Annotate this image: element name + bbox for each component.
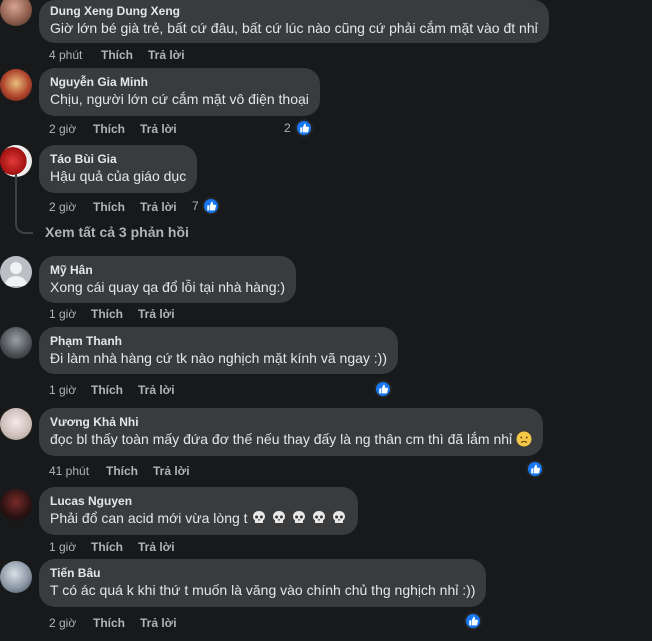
like-icon: [295, 119, 313, 137]
comment-time[interactable]: 1 giờ: [49, 306, 76, 322]
like-button[interactable]: Thích: [91, 539, 123, 555]
comment-author[interactable]: Tiến Bâu: [50, 565, 475, 581]
comment-time[interactable]: 2 giờ: [49, 615, 76, 631]
comment-author[interactable]: Nguyễn Gia Minh: [50, 74, 309, 90]
comment-bubble: Dung Xeng Dung Xeng Giờ lớn bé già trẻ, …: [39, 0, 549, 43]
comment-bubble: Mỹ Hân Xong cái quay qa đổ lỗi tại nhà h…: [39, 256, 297, 303]
reaction-count: 2: [284, 121, 291, 135]
avatar[interactable]: [0, 0, 32, 26]
avatar[interactable]: [0, 327, 32, 359]
reply-button[interactable]: Trả lời: [138, 539, 175, 555]
comment-text-body: Phải đổ can acid mới vừa lòng t: [50, 510, 248, 526]
skull-icon: [291, 510, 307, 531]
comment-text: Giờ lớn bé già trẻ, bất cứ đâu, bất cứ l…: [50, 20, 538, 36]
reply-button[interactable]: Trả lời: [138, 382, 175, 398]
default-avatar-icon: [4, 262, 28, 286]
comment-text: Đi làm nhà hàng cứ tk nào nghịch mặt kín…: [50, 350, 387, 366]
like-button[interactable]: Thích: [106, 463, 138, 479]
comment-bubble: Nguyễn Gia Minh Chịu, người lớn cứ cắm m…: [39, 68, 320, 116]
like-icon[interactable]: [374, 380, 392, 398]
reply-button[interactable]: Trả lời: [153, 463, 190, 479]
comment-author[interactable]: Lucas Nguyen: [50, 493, 347, 509]
comment-author[interactable]: Vương Khả Nhi: [50, 414, 532, 430]
reaction-summary[interactable]: 7: [192, 197, 224, 215]
reply-button[interactable]: Trả lời: [140, 615, 177, 631]
reaction-count: 7: [192, 199, 199, 213]
like-icon: [202, 197, 220, 215]
like-icon[interactable]: [526, 460, 544, 478]
reply-button[interactable]: Trả lời: [140, 121, 177, 137]
comment-author[interactable]: Phạm Thanh: [50, 333, 387, 349]
avatar[interactable]: [0, 408, 32, 440]
comment-time[interactable]: 1 giờ: [49, 539, 76, 555]
avatar[interactable]: [0, 145, 32, 177]
skull-icon: [251, 510, 267, 531]
comment-time[interactable]: 2 giờ: [49, 121, 76, 137]
view-replies-link[interactable]: Xem tất cả 3 phản hồi: [45, 224, 189, 240]
skull-icon: [271, 510, 287, 531]
sad-face-icon: [516, 431, 532, 452]
reaction-summary[interactable]: 2: [284, 119, 316, 137]
reply-thread-icon: [15, 174, 33, 234]
comment-time[interactable]: 1 giờ: [49, 382, 76, 398]
comment-bubble: Vương Khả Nhi đọc bl thấy toàn mấy đứa đ…: [39, 408, 544, 456]
comment-text: Chịu, người lớn cứ cắm mặt vô điện thoại: [50, 91, 309, 107]
reply-button[interactable]: Trả lời: [148, 47, 185, 63]
comment-text: Hậu quả của giáo dục: [50, 168, 187, 184]
comment-bubble: Tiến Bâu T có ác quá k khi thứ t muốn là…: [39, 559, 487, 607]
comment-text: đọc bl thấy toàn mấy đứa đơ thế nếu thay…: [50, 430, 532, 452]
comment-author[interactable]: Táo Bùi Gia: [50, 151, 186, 167]
like-button[interactable]: Thích: [93, 199, 125, 215]
like-button[interactable]: Thích: [93, 121, 125, 137]
comment-author[interactable]: Dung Xeng Dung Xeng: [50, 3, 538, 19]
comment-bubble: Lucas Nguyen Phải đổ can acid mới vừa lò…: [39, 487, 358, 535]
skull-icon: [331, 510, 347, 531]
comment-bubble: Phạm Thanh Đi làm nhà hàng cứ tk nào ngh…: [39, 327, 398, 374]
comment-text: Phải đổ can acid mới vừa lòng t: [50, 509, 347, 531]
reply-button[interactable]: Trả lời: [140, 199, 177, 215]
comment-text: Xong cái quay qa đổ lỗi tại nhà hàng:): [50, 279, 286, 295]
like-button[interactable]: Thích: [91, 382, 123, 398]
comment-time[interactable]: 4 phút: [49, 47, 82, 63]
like-button[interactable]: Thích: [91, 306, 123, 322]
comment-author[interactable]: Mỹ Hân: [50, 262, 285, 278]
like-icon[interactable]: [464, 612, 482, 630]
comment-text: T có ác quá k khi thứ t muốn là văng vào…: [50, 582, 476, 598]
comment-time[interactable]: 2 giờ: [49, 199, 76, 215]
like-button[interactable]: Thích: [93, 615, 125, 631]
avatar[interactable]: [0, 69, 32, 101]
comment-bubble: Táo Bùi Gia Hậu quả của giáo dục: [39, 145, 198, 193]
comment-text-body: đọc bl thấy toàn mấy đứa đơ thế nếu thay…: [50, 431, 513, 447]
skull-icon: [311, 510, 327, 531]
like-button[interactable]: Thích: [101, 47, 133, 63]
reply-button[interactable]: Trả lời: [138, 306, 175, 322]
comment-time[interactable]: 41 phút: [49, 463, 89, 479]
avatar[interactable]: [0, 256, 32, 288]
avatar[interactable]: [0, 561, 32, 593]
avatar[interactable]: [0, 489, 32, 521]
